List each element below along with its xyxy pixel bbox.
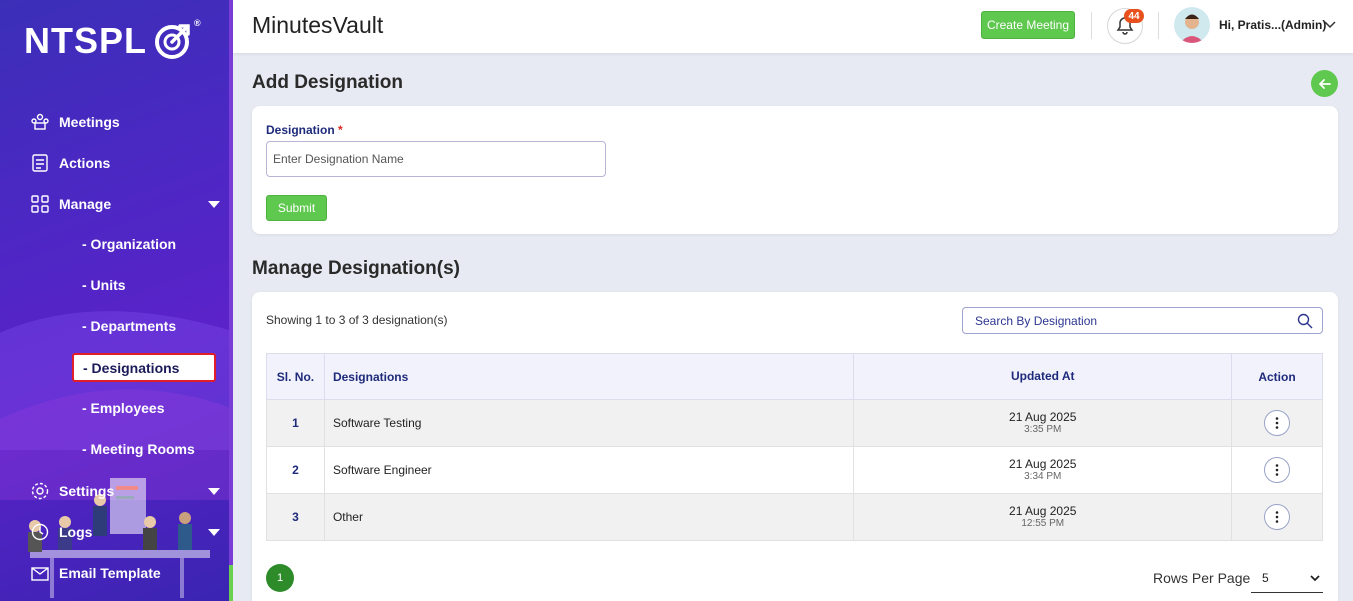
- row-sl-no: 2: [266, 446, 325, 494]
- sidebar-item-meetings[interactable]: Meetings: [30, 111, 120, 133]
- sidebar-item-logs[interactable]: Logs: [30, 521, 220, 543]
- mail-icon: [30, 563, 50, 583]
- rows-per-page-select[interactable]: 5: [1251, 562, 1323, 593]
- brand-logo[interactable]: NTSPL ®: [24, 18, 202, 62]
- search-input[interactable]: [964, 309, 1284, 332]
- sidebar-item-actions[interactable]: Actions: [30, 152, 110, 174]
- sidebar-edge-accent: [229, 565, 233, 601]
- row-date: 21 Aug 2025: [1009, 503, 1077, 518]
- header-divider: [1091, 12, 1092, 39]
- kebab-menu-icon: [1275, 464, 1279, 476]
- row-sl-no: 1: [266, 399, 325, 447]
- showing-count-text: Showing 1 to 3 of 3 designation(s): [266, 313, 448, 327]
- table-row: 1 Software Testing 21 Aug 2025 3:35 PM: [266, 399, 1323, 447]
- header-divider: [1158, 12, 1159, 39]
- back-button[interactable]: [1311, 70, 1338, 97]
- row-designation-name: Software Testing: [323, 399, 855, 447]
- manage-designations-card: Showing 1 to 3 of 3 designation(s) Sl. N…: [252, 292, 1338, 601]
- row-time: 12:55 PM: [1021, 518, 1065, 530]
- row-action-cell: [1231, 399, 1323, 447]
- sidebar-edge: [229, 0, 233, 601]
- column-header-designations[interactable]: Designations: [323, 353, 855, 400]
- sidebar-item-label: Logs: [59, 524, 93, 540]
- add-designation-card: Designation * Submit: [252, 106, 1338, 234]
- sidebar: NTSPL ® Meetings Actions Manage - Organi…: [0, 0, 233, 601]
- sidebar-subitem-designations[interactable]: - Designations: [72, 353, 216, 382]
- chevron-down-icon[interactable]: [1323, 17, 1337, 31]
- sidebar-subitem-organization[interactable]: - Organization: [82, 236, 176, 252]
- add-designation-title: Add Designation: [252, 72, 403, 93]
- caret-down-icon: [208, 488, 220, 495]
- brand-logo-mark-icon: [155, 24, 190, 59]
- row-action-cell: [1231, 493, 1323, 541]
- manage-icon: [30, 194, 50, 214]
- row-updated-at: 21 Aug 2025 3:35 PM: [853, 399, 1233, 447]
- sidebar-subitem-departments[interactable]: - Departments: [82, 318, 176, 334]
- row-actions-button[interactable]: [1264, 410, 1291, 436]
- sidebar-item-label: Actions: [59, 155, 111, 171]
- sidebar-subitem-employees[interactable]: - Employees: [82, 400, 164, 416]
- gear-icon: [30, 481, 50, 501]
- sidebar-item-label: Email Template: [59, 565, 161, 581]
- designation-field-label: Designation *: [266, 123, 343, 137]
- rows-per-page-label: Rows Per Page: [1153, 570, 1251, 586]
- column-header-action: Action: [1231, 353, 1323, 400]
- sidebar-item-label: Meetings: [59, 114, 120, 130]
- designations-table: Sl. No. Designations Updated At Action 1…: [266, 353, 1323, 541]
- table-row: 2 Software Engineer 21 Aug 2025 3:34 PM: [266, 446, 1323, 494]
- sidebar-item-label: Manage: [59, 196, 112, 212]
- sidebar-subitem-units[interactable]: - Units: [82, 277, 126, 293]
- row-actions-button[interactable]: [1264, 457, 1291, 483]
- row-updated-at: 21 Aug 2025 12:55 PM: [853, 493, 1233, 541]
- avatar[interactable]: [1174, 7, 1210, 43]
- sidebar-item-manage[interactable]: Manage: [30, 193, 220, 215]
- pagination-page-button[interactable]: 1: [266, 564, 294, 592]
- kebab-menu-icon: [1275, 417, 1279, 429]
- row-date: 21 Aug 2025: [1009, 456, 1077, 471]
- user-avatar-image: [1180, 14, 1204, 43]
- sidebar-item-settings[interactable]: Settings: [30, 480, 220, 502]
- caret-down-icon: [208, 529, 220, 536]
- designation-label-text: Designation: [266, 123, 335, 137]
- column-header-updated-at[interactable]: Updated At: [853, 353, 1233, 400]
- row-designation-name: Other: [323, 493, 855, 541]
- sidebar-item-email-template[interactable]: Email Template: [30, 562, 161, 584]
- brand-registered-mark: ®: [194, 18, 202, 28]
- row-actions-button[interactable]: [1264, 504, 1291, 530]
- kebab-menu-icon: [1275, 511, 1279, 523]
- app-title: MinutesVault: [252, 12, 384, 38]
- row-time: 3:35 PM: [1024, 424, 1062, 436]
- arrow-left-icon: [1318, 78, 1331, 89]
- column-header-sl-no[interactable]: Sl. No.: [266, 353, 325, 400]
- row-action-cell: [1231, 446, 1323, 494]
- rows-per-page-value: 5: [1262, 571, 1269, 585]
- row-date: 21 Aug 2025: [1009, 409, 1077, 424]
- sidebar-subitem-meeting-rooms[interactable]: - Meeting Rooms: [82, 441, 195, 457]
- table-header-row: Sl. No. Designations Updated At Action: [266, 353, 1323, 400]
- designation-name-input[interactable]: [266, 141, 606, 177]
- required-mark: *: [338, 123, 343, 137]
- chevron-down-icon: [1310, 575, 1320, 582]
- clock-icon: [30, 522, 50, 542]
- table-row: 3 Other 21 Aug 2025 12:55 PM: [266, 493, 1323, 541]
- row-updated-at: 21 Aug 2025 3:34 PM: [853, 446, 1233, 494]
- row-time: 3:34 PM: [1024, 471, 1062, 483]
- search-icon[interactable]: [1297, 313, 1313, 329]
- top-header: MinutesVault Create Meeting 44 Hi, Prati…: [233, 0, 1353, 53]
- brand-logo-text: NTSPL: [24, 20, 148, 61]
- row-designation-name: Software Engineer: [323, 446, 855, 494]
- submit-button[interactable]: Submit: [266, 195, 327, 221]
- manage-designations-title: Manage Designation(s): [252, 258, 460, 279]
- notification-count-badge: 44: [1124, 9, 1144, 23]
- create-meeting-button[interactable]: Create Meeting: [981, 11, 1075, 39]
- meetings-icon: [30, 112, 50, 132]
- search-box[interactable]: [962, 307, 1323, 334]
- row-sl-no: 3: [266, 493, 325, 541]
- actions-icon: [30, 153, 50, 173]
- user-greeting[interactable]: Hi, Pratis...(Admin): [1219, 18, 1326, 32]
- sidebar-item-label: Settings: [59, 483, 115, 499]
- caret-down-icon: [208, 201, 220, 208]
- sidebar-subitem-label: - Designations: [83, 360, 180, 376]
